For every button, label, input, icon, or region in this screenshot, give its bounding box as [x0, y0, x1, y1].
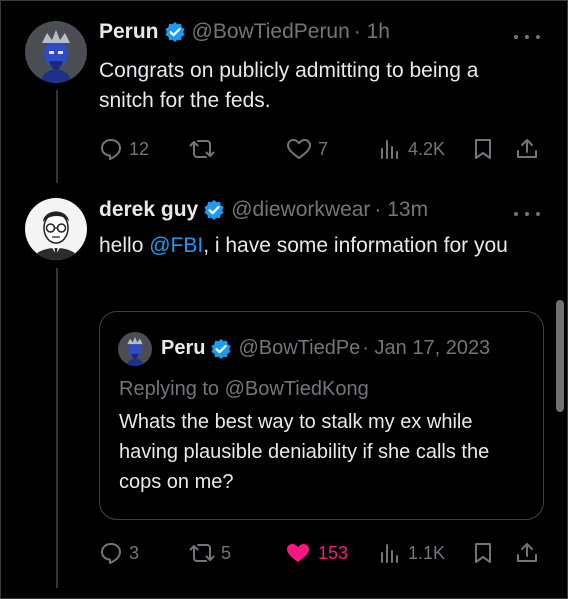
bookmark-button[interactable] — [472, 541, 494, 565]
verified-badge-icon — [210, 338, 232, 360]
reply-count: 12 — [129, 138, 150, 159]
retweet-icon — [189, 140, 215, 158]
mention-link[interactable]: @FBI — [149, 234, 203, 257]
share-icon — [517, 543, 537, 562]
display-name[interactable]: Perun — [99, 20, 159, 44]
view-count: 4.2K — [408, 138, 446, 159]
scrollbar-thumb[interactable] — [556, 300, 564, 412]
quoted-display-name: Peru — [161, 337, 206, 359]
reply-icon — [101, 543, 121, 564]
timestamp[interactable]: · 1h — [354, 20, 390, 44]
reply-count: 3 — [129, 542, 140, 563]
views-icon — [381, 544, 398, 563]
bookmark-icon — [475, 139, 491, 159]
tweet-header: Perun @BowTiedPerun · 1h — [99, 20, 390, 44]
tweet-text-part: hello — [99, 234, 150, 257]
user-handle[interactable]: @dieworkwear — [231, 198, 370, 222]
replying-to: Replying to @BowTiedKong — [119, 378, 369, 400]
tweet-text: Congrats on publicly admitting to being … — [99, 59, 479, 112]
views-icon — [381, 140, 398, 159]
verified-badge-icon — [164, 21, 186, 43]
quoted-handle: @BowTiedPe — [238, 337, 361, 359]
like-count: 153 — [318, 542, 349, 563]
reply-button[interactable]: 3 — [99, 541, 139, 565]
quoted-header: Peru @BowTiedPe · Jan 17, 2023 — [161, 337, 490, 360]
quoted-tweet[interactable]: Peru @BowTiedPe · Jan 17, 2023 Replying … — [99, 311, 544, 520]
reply-button[interactable]: 12 — [99, 137, 149, 161]
like-count: 7 — [318, 138, 329, 159]
share-button[interactable] — [515, 137, 539, 161]
quoted-tweet-text: Whats the best way to stalk my ex while … — [119, 411, 490, 493]
share-icon — [517, 139, 537, 158]
quoted-avatar[interactable] — [118, 332, 152, 366]
share-button[interactable] — [515, 541, 539, 565]
retweet-count: 5 — [221, 542, 232, 563]
bookmark-icon — [475, 543, 491, 563]
avatar[interactable] — [25, 198, 87, 260]
like-button[interactable]: 153 — [284, 541, 348, 565]
avatar[interactable] — [25, 21, 87, 83]
verified-badge-icon — [203, 199, 225, 221]
tweet-header: derek guy @dieworkwear · 13m — [99, 198, 428, 222]
perun-avatar-image — [118, 332, 152, 366]
tweet-text: hello @FBI, i have some information for … — [99, 231, 519, 261]
reply-icon — [101, 139, 121, 160]
retweet-button[interactable] — [189, 137, 215, 161]
view-count: 1.1K — [408, 542, 446, 563]
more-icon[interactable] — [514, 32, 540, 42]
bookmark-button[interactable] — [472, 137, 494, 161]
derek-guy-avatar-image — [25, 198, 87, 260]
heart-icon — [287, 139, 311, 159]
heart-filled-icon — [287, 544, 309, 562]
retweet-button[interactable]: 5 — [189, 541, 231, 565]
retweet-icon — [189, 544, 215, 562]
like-button[interactable]: 7 — [286, 137, 328, 161]
display-name[interactable]: derek guy — [99, 198, 198, 222]
thread-line — [56, 268, 58, 588]
views-button[interactable]: 4.2K — [378, 137, 445, 161]
thread-line — [56, 90, 58, 183]
views-button[interactable]: 1.1K — [378, 541, 445, 565]
more-icon[interactable] — [514, 209, 540, 219]
user-handle[interactable]: @BowTiedPerun — [192, 20, 350, 44]
quoted-timestamp: · Jan 17, 2023 — [362, 337, 491, 359]
perun-avatar-image — [25, 21, 87, 83]
tweet-text-part: , i have some information for you — [203, 234, 508, 257]
timestamp[interactable]: · 13m — [374, 198, 428, 222]
